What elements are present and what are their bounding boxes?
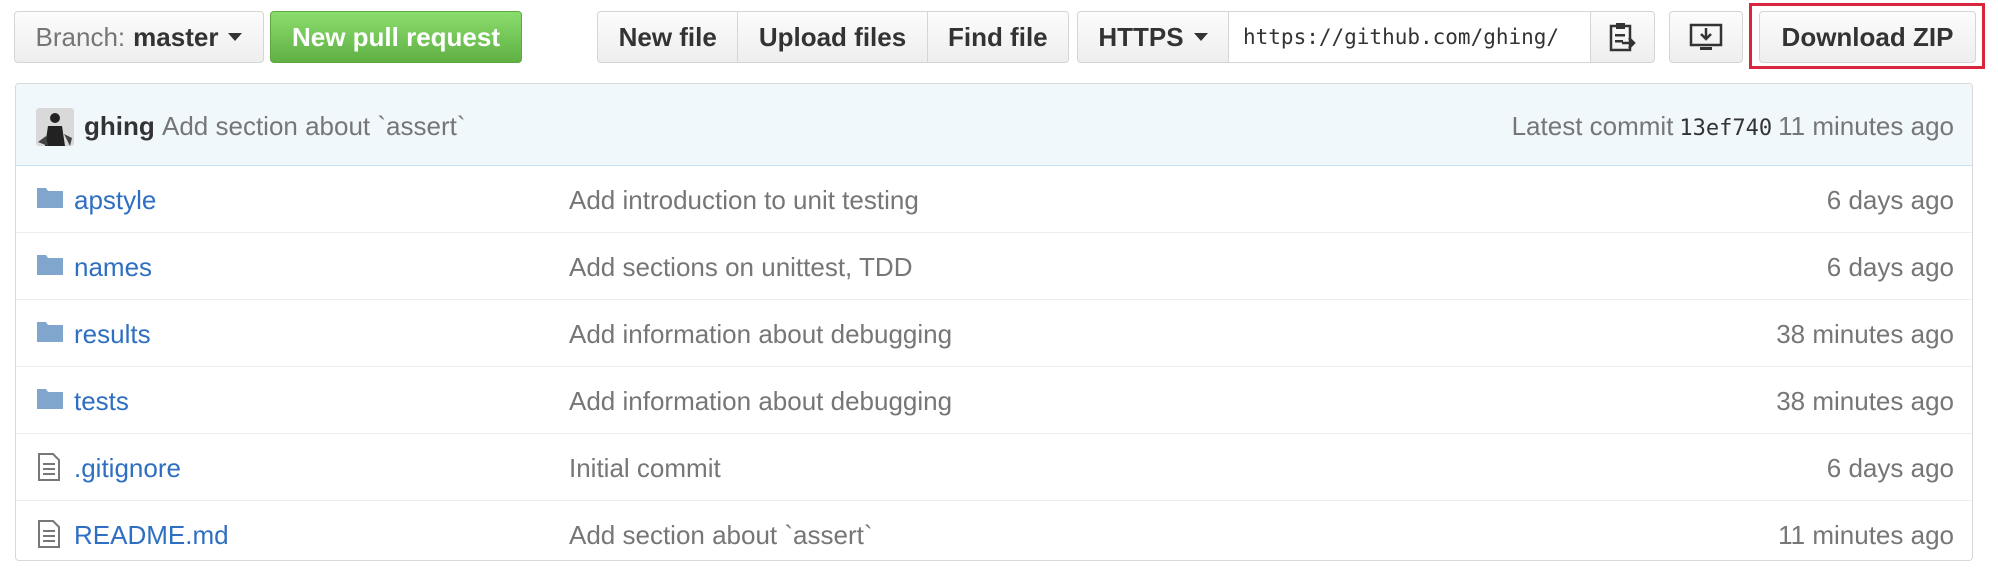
file-icon <box>36 453 62 488</box>
file-commit-message[interactable]: Add information about debugging <box>569 386 952 417</box>
new-file-button[interactable]: New file <box>598 12 737 62</box>
avatar-image <box>36 108 74 146</box>
table-row: names Add sections on unittest, TDD 6 da… <box>16 232 1972 299</box>
file-age: 6 days ago <box>1826 252 1954 282</box>
file-age: 11 minutes ago <box>1778 520 1954 550</box>
highlight-box <box>1749 3 1985 69</box>
file-name-link[interactable]: tests <box>74 386 129 417</box>
branch-label: Branch: <box>35 21 126 52</box>
copy-url-button[interactable] <box>1590 12 1654 62</box>
file-actions-group: New file Upload files Find file <box>597 11 1069 63</box>
table-row: tests Add information about debugging 38… <box>16 366 1972 433</box>
new-pull-request-button[interactable]: New pull request <box>270 11 522 63</box>
file-name-link[interactable]: results <box>74 319 151 350</box>
clone-url-group: HTTPS https://github.com/ghing/ <box>1077 11 1655 63</box>
file-age: 6 days ago <box>1826 185 1954 215</box>
file-name-link[interactable]: README.md <box>74 520 229 551</box>
folder-icon <box>36 185 64 216</box>
latest-commit-info: Latest commit 13ef740 11 minutes ago <box>1512 111 1954 142</box>
clipboard-icon <box>1609 23 1636 52</box>
table-row: README.md Add section about `assert` 11 … <box>16 500 1972 560</box>
table-row: .gitignore Initial commit 6 days ago <box>16 433 1972 500</box>
protocol-selector[interactable]: HTTPS <box>1078 12 1228 62</box>
find-file-button[interactable]: Find file <box>926 12 1068 62</box>
folder-icon <box>36 319 64 350</box>
upload-files-button[interactable]: Upload files <box>737 12 926 62</box>
protocol-label: HTTPS <box>1098 21 1184 52</box>
latest-commit-bar: ghing Add section about `assert` Latest … <box>16 84 1972 166</box>
branch-selector[interactable]: Branch: master <box>14 11 264 63</box>
file-commit-message[interactable]: Initial commit <box>569 453 721 484</box>
folder-icon <box>36 252 64 283</box>
file-commit-message[interactable]: Add section about `assert` <box>569 520 873 551</box>
folder-icon <box>36 386 64 417</box>
file-commit-message[interactable]: Add information about debugging <box>569 319 952 350</box>
commit-message[interactable]: Add section about `assert` <box>162 111 466 142</box>
commit-sha[interactable]: 13ef740 <box>1679 116 1772 141</box>
file-age: 38 minutes ago <box>1776 386 1954 416</box>
file-icon <box>36 520 62 555</box>
file-name-link[interactable]: names <box>74 252 152 283</box>
desktop-download-icon <box>1689 23 1723 50</box>
file-commit-message[interactable]: Add sections on unittest, TDD <box>569 252 912 283</box>
file-rows: apstyle Add introduction to unit testing… <box>16 166 1972 560</box>
latest-commit-label: Latest commit <box>1511 111 1674 141</box>
commit-age: 11 minutes ago <box>1778 111 1954 141</box>
table-row: apstyle Add introduction to unit testing… <box>16 166 1972 232</box>
table-row: results Add information about debugging … <box>16 299 1972 366</box>
file-commit-message[interactable]: Add introduction to unit testing <box>569 185 919 216</box>
avatar[interactable] <box>36 108 74 146</box>
file-name-link[interactable]: .gitignore <box>74 453 181 484</box>
commit-author[interactable]: ghing <box>84 111 155 142</box>
file-age: 38 minutes ago <box>1776 319 1954 349</box>
clone-url-input[interactable]: https://github.com/ghing/ <box>1228 12 1590 62</box>
chevron-down-icon <box>228 33 243 41</box>
file-list-panel: ghing Add section about `assert` Latest … <box>15 83 1973 561</box>
chevron-down-icon <box>1193 33 1208 41</box>
file-age: 6 days ago <box>1826 453 1954 483</box>
open-in-desktop-button[interactable] <box>1669 11 1743 63</box>
branch-value: master <box>133 21 219 52</box>
file-name-link[interactable]: apstyle <box>74 185 156 216</box>
